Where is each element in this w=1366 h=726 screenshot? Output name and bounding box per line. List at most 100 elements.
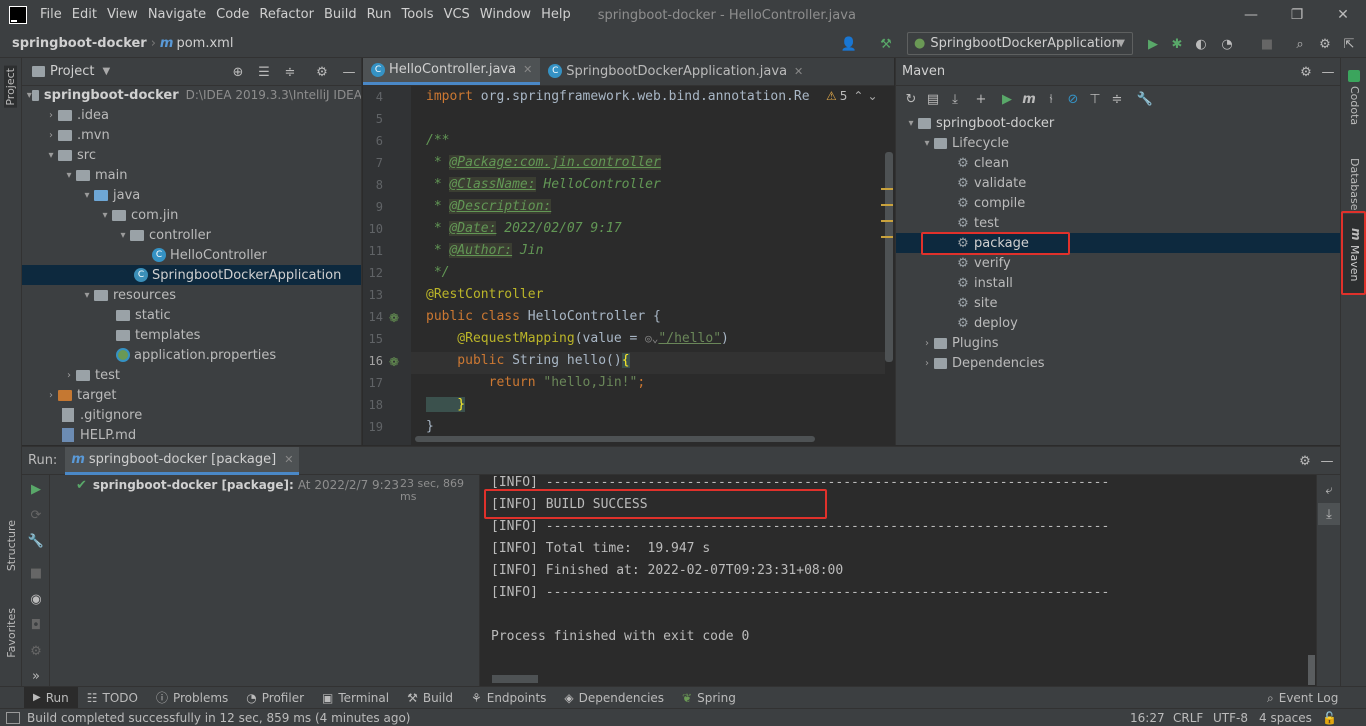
collapse-all-icon[interactable]: ≑: [1106, 88, 1128, 110]
wrench-icon[interactable]: 🔧: [1134, 88, 1156, 110]
spring-bean-gutter-icon[interactable]: ❁: [389, 311, 399, 325]
execute-goal-icon[interactable]: m: [1018, 88, 1040, 110]
tab-profiler[interactable]: ◔ Profiler: [237, 691, 313, 705]
tab-event-log[interactable]: ⌕ Event Log: [1258, 687, 1347, 709]
settings-gear-icon[interactable]: ⚙: [25, 640, 47, 662]
line-separator[interactable]: CRLF: [1173, 711, 1203, 725]
tab-todo[interactable]: ☷ TODO: [78, 691, 147, 705]
code-editor[interactable]: C HelloController.java ✕ C SpringbootDoc…: [363, 58, 894, 445]
tree-item-controller[interactable]: ▾ controller: [22, 225, 361, 245]
vertical-scrollbar[interactable]: [1308, 655, 1315, 685]
tree-item-idea[interactable]: › .idea: [22, 105, 361, 125]
menu-code[interactable]: Code: [211, 0, 254, 30]
caret-position[interactable]: 16:27: [1130, 711, 1165, 725]
tree-item-java[interactable]: ▾ java: [22, 185, 361, 205]
tree-item-hellocontroller[interactable]: C HelloController: [22, 245, 361, 265]
menu-help[interactable]: Help: [536, 0, 576, 30]
maven-goal-test[interactable]: ⚙ test: [896, 213, 1340, 233]
toggle-offline-icon[interactable]: ⫮: [1040, 88, 1062, 110]
tree-item-root[interactable]: ▾ springboot-docker D:\IDEA 2019.3.3\Int…: [22, 85, 361, 105]
menu-file[interactable]: File: [35, 0, 67, 30]
tab-hellocontroller[interactable]: C HelloController.java ✕: [363, 58, 541, 85]
camera-icon[interactable]: ◘: [25, 614, 47, 636]
locate-icon[interactable]: ⊕: [227, 61, 249, 83]
maven-goal-site[interactable]: ⚙ site: [896, 293, 1340, 313]
vcs-user-icon[interactable]: 👤: [838, 33, 860, 55]
lock-icon[interactable]: 🔓: [1322, 711, 1337, 725]
menu-edit[interactable]: Edit: [67, 0, 102, 30]
vertical-scrollbar[interactable]: [885, 152, 893, 362]
scroll-to-end-icon[interactable]: ⤓: [1318, 503, 1340, 525]
indent-setting[interactable]: 4 spaces: [1259, 711, 1312, 725]
code-token[interactable]: "/hello": [658, 331, 721, 346]
tree-item-help[interactable]: HELP.md: [22, 425, 361, 445]
tree-item-target[interactable]: › target: [22, 385, 361, 405]
tree-item-test[interactable]: › test: [22, 365, 361, 385]
rerun-icon[interactable]: ▶: [25, 478, 47, 500]
tab-build[interactable]: ⚒ Build: [398, 691, 462, 705]
menu-vcs[interactable]: VCS: [439, 0, 475, 30]
wrench-icon[interactable]: 🔧: [25, 530, 47, 552]
close-icon[interactable]: ✕: [794, 65, 803, 78]
show-dependencies-icon[interactable]: ⊤: [1084, 88, 1106, 110]
maven-goal-deploy[interactable]: ⚙ deploy: [896, 313, 1340, 333]
maven-goal-compile[interactable]: ⚙ compile: [896, 193, 1340, 213]
warning-marker[interactable]: [881, 236, 893, 238]
breadcrumb-project[interactable]: springboot-docker: [12, 36, 147, 51]
breadcrumb-file[interactable]: pom.xml: [176, 36, 233, 51]
tree-item-static[interactable]: static: [22, 305, 361, 325]
tree-item-comjin[interactable]: ▾ com.jin: [22, 205, 361, 225]
menu-tools[interactable]: Tools: [397, 0, 439, 30]
stop-icon[interactable]: ■: [25, 562, 47, 584]
run-icon[interactable]: ▶: [1142, 33, 1164, 55]
file-encoding[interactable]: UTF-8: [1213, 711, 1248, 725]
globe-icon[interactable]: ◎⌄: [645, 332, 658, 345]
console-output[interactable]: [INFO] ---------------------------------…: [481, 475, 1316, 687]
tree-item-properties[interactable]: application.properties: [22, 345, 361, 365]
spring-request-mapping-gutter-icon[interactable]: ❁: [389, 355, 399, 369]
settings-gear-icon[interactable]: ⚙: [1295, 61, 1317, 83]
menu-build[interactable]: Build: [319, 0, 362, 30]
hide-icon[interactable]: —: [1317, 61, 1339, 83]
settings-gear-icon[interactable]: ⚙: [311, 61, 333, 83]
expand-all-icon[interactable]: ☰: [253, 61, 275, 83]
menu-view[interactable]: View: [102, 0, 143, 30]
generate-sources-icon[interactable]: ▤: [922, 88, 944, 110]
maven-lifecycle[interactable]: ▾ Lifecycle: [896, 133, 1340, 153]
chevron-up-icon[interactable]: ⌃: [853, 89, 863, 103]
soft-wrap-icon[interactable]: ⤶: [1318, 479, 1340, 501]
tab-dependencies[interactable]: ◈ Dependencies: [555, 691, 673, 705]
maven-goal-verify[interactable]: ⚙ verify: [896, 253, 1340, 273]
minimize-button[interactable]: —: [1228, 0, 1274, 30]
tree-item-mvn[interactable]: › .mvn: [22, 125, 361, 145]
toggle-tool-windows-icon[interactable]: [6, 711, 20, 724]
status-message[interactable]: Build completed successfully in 12 sec, …: [27, 711, 410, 725]
project-tool-tab[interactable]: Project: [4, 66, 17, 108]
run-icon[interactable]: ▶: [996, 88, 1018, 110]
menu-refactor[interactable]: Refactor: [254, 0, 319, 30]
horizontal-scrollbar[interactable]: [415, 436, 815, 442]
more-icon[interactable]: »: [25, 665, 47, 687]
hide-icon[interactable]: —: [338, 61, 360, 83]
database-tool-tab[interactable]: Database: [1348, 158, 1361, 211]
warning-marker[interactable]: [881, 204, 893, 206]
maven-goal-validate[interactable]: ⚙ validate: [896, 173, 1340, 193]
tab-run[interactable]: ▶ Run: [24, 686, 78, 709]
tree-item-templates[interactable]: templates: [22, 325, 361, 345]
maven-tree-root[interactable]: ▾ springboot-docker: [896, 113, 1340, 133]
code-with-me-icon[interactable]: ⇱: [1338, 33, 1360, 55]
tab-spring[interactable]: ❦ Spring: [673, 691, 745, 705]
maximize-button[interactable]: ❐: [1274, 0, 1320, 30]
settings-gear-icon[interactable]: ⚙: [1294, 450, 1316, 472]
tree-item-main[interactable]: ▾ main: [22, 165, 361, 185]
skip-tests-icon[interactable]: ⊘: [1062, 88, 1084, 110]
menu-navigate[interactable]: Navigate: [143, 0, 211, 30]
tab-terminal[interactable]: ▣ Terminal: [313, 691, 398, 705]
menu-run[interactable]: Run: [362, 0, 397, 30]
debug-icon[interactable]: ✱: [1166, 33, 1188, 55]
tree-item-src[interactable]: ▾ src: [22, 145, 361, 165]
tree-item-application[interactable]: C SpringbootDockerApplication: [22, 265, 361, 285]
tab-endpoints[interactable]: ⚘ Endpoints: [462, 691, 555, 705]
warning-marker[interactable]: [881, 188, 893, 190]
add-icon[interactable]: +: [970, 88, 992, 110]
